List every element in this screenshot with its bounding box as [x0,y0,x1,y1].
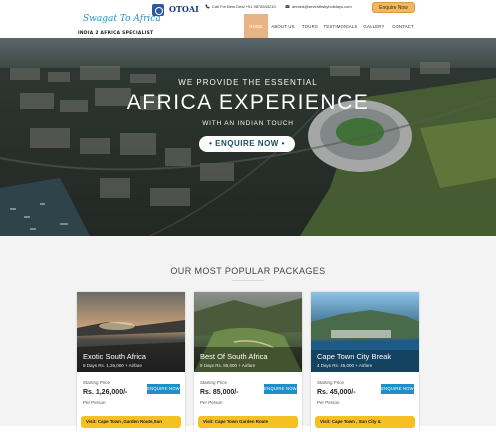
header-email[interactable]: ahmed@seventhskyholidays.com [285,4,352,9]
otoai-logo-text: OTOAI [169,4,199,14]
otoai-logo: OTOAI [152,4,199,18]
phone-icon [205,4,210,9]
enquire-now-button[interactable]: ENQUIRE NOW [264,384,297,394]
site-header: Swagat To Africa INDIA 2 AFRICA SPECIALI… [0,0,496,38]
package-title: Exotic South Africa [83,352,146,361]
package-duration: 8 Days Rs. 85,000 + Airfare [200,363,256,368]
visit-places-bar: Visit: Cape Town , Sun City & [315,416,415,428]
hero-subheading: WE PROVIDE THE ESSENTIAL [178,78,318,87]
header-enquire-button[interactable]: Enquire Now [372,2,415,13]
title-divider [232,280,264,281]
visit-places-bar: Visit: Cape Town Garden Route [198,416,298,428]
email-text: ahmed@seventhskyholidays.com [292,4,352,9]
package-card[interactable]: Best Of South Africa 8 Days Rs. 85,000 +… [194,292,302,432]
nav-testimonials[interactable]: TESTIMONIALS [323,14,358,38]
price-label: Starting Price [317,380,345,385]
package-price: Rs. 1,26,000/- [83,389,128,396]
package-card[interactable]: Cape Town City Break 4 Days Rs. 45,000 +… [311,292,419,432]
header-phone[interactable]: Call For Best Deal +91 9876543210 [205,4,276,9]
hero-heading: AFRICA EXPERIENCE [126,91,370,114]
nav-home[interactable]: HOME [244,14,268,38]
section-title: OUR MOST POPULAR PACKAGES [170,266,326,276]
package-title: Cape Town City Break [317,352,392,361]
price-unit: Per Person [200,400,223,405]
nav-contact[interactable]: CONTACT [390,14,416,38]
package-duration: 4 Days Rs. 45,000 + Airfare [317,363,373,368]
hero-tagline: WITH AN INDIAN TOUCH [202,120,294,127]
package-card[interactable]: Exotic South Africa 9 Days Rs. 1,26,000 … [77,292,185,432]
nav-tours[interactable]: TOURS [300,14,320,38]
enquire-now-button[interactable]: ENQUIRE NOW [147,384,180,394]
popular-packages-section: OUR MOST POPULAR PACKAGES Exotic South A… [0,236,496,432]
package-title: Best Of South Africa [200,352,268,361]
enquire-now-button[interactable]: ENQUIRE NOW [381,384,414,394]
package-duration: 9 Days Rs. 1,26,000 + Airfare [83,363,142,368]
nav-about-us[interactable]: ABOUT US [270,14,296,38]
hero-enquire-button[interactable]: • ENQUIRE NOW • [199,136,295,152]
nav-gallery[interactable]: GALLERY [362,14,386,38]
mail-icon [285,4,290,8]
package-price: Rs. 85,000/- [200,389,239,396]
price-unit: Per Person [83,400,106,405]
site-logo[interactable]: Swagat To Africa INDIA 2 AFRICA SPECIALI… [78,6,161,36]
otoai-badge-icon [152,4,164,16]
visit-places-bar: Visit: Cape Town ,Garden Route,Sun [81,416,181,428]
phone-text: Call For Best Deal +91 9876543210 [212,4,276,9]
logo-script-text: Swagat To Africa [83,14,161,24]
price-label: Starting Price [83,380,111,385]
price-unit: Per Person [317,400,340,405]
hero-banner: WE PROVIDE THE ESSENTIAL AFRICA EXPERIEN… [0,38,496,236]
logo-tagline: INDIA 2 AFRICA SPECIALIST [78,31,154,36]
price-label: Starting Price [200,380,228,385]
package-price: Rs. 45,000/- [317,389,356,396]
